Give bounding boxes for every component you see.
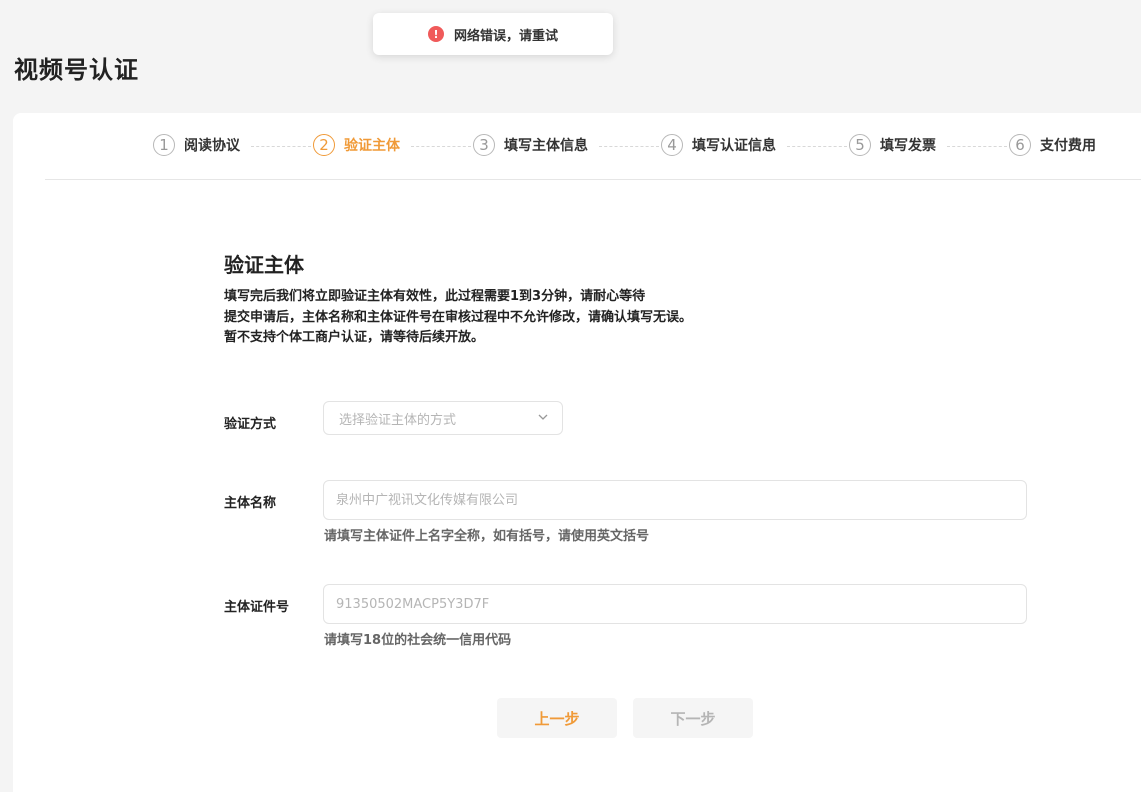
step-connector — [251, 146, 311, 147]
method-label: 验证方式 — [224, 417, 277, 432]
description-line: 暂不支持个体工商户认证，请等待后续开放。 — [224, 330, 485, 345]
page-title: 视频号认证 — [14, 56, 139, 84]
id-number-input[interactable] — [323, 584, 1027, 624]
name-label: 主体名称 — [224, 496, 277, 511]
step-6: 6 支付费用 — [1009, 134, 1096, 156]
step-number: 3 — [473, 134, 495, 156]
company-name-input[interactable] — [323, 480, 1027, 520]
id-number-label: 主体证件号 — [224, 600, 290, 615]
step-4: 4 填写认证信息 — [661, 134, 776, 156]
id-number-hint: 请填写18位的社会统一信用代码 — [324, 633, 512, 648]
method-select-placeholder: 选择验证主体的方式 — [339, 412, 457, 428]
section-description: 填写完后我们将立即验证主体有效性，此过程需要1到3分钟，请耐心等待 提交申请后，… — [224, 287, 692, 349]
step-label: 填写发票 — [880, 138, 936, 154]
method-select[interactable]: 选择验证主体的方式 — [323, 401, 563, 435]
toast-message: 网络错误，请重试 — [453, 28, 558, 44]
name-hint: 请填写主体证件上名字全称，如有括号，请使用英文括号 — [324, 529, 650, 544]
step-connector — [947, 146, 1007, 147]
step-connector — [599, 146, 659, 147]
stepper-divider — [45, 179, 1141, 180]
step-connector — [787, 146, 847, 147]
error-icon: ! — [427, 26, 444, 42]
step-number: 1 — [153, 134, 175, 156]
step-2: 2 验证主体 — [313, 134, 400, 156]
step-number: 4 — [661, 134, 683, 156]
step-number: 2 — [313, 134, 335, 156]
error-toast: ! 网络错误，请重试 — [373, 13, 613, 55]
step-5: 5 填写发票 — [849, 134, 936, 156]
prev-button[interactable]: 上一步 — [497, 698, 617, 738]
chevron-down-icon — [538, 414, 548, 420]
step-label: 阅读协议 — [184, 138, 240, 154]
step-3: 3 填写主体信息 — [473, 134, 588, 156]
step-number: 5 — [849, 134, 871, 156]
step-label: 填写认证信息 — [692, 138, 776, 154]
next-button[interactable]: 下一步 — [633, 698, 753, 738]
stepper: 1 阅读协议 2 验证主体 3 填写主体信息 4 填写认证信息 5 填写发票 6… — [13, 113, 1141, 179]
main-card: 1 阅读协议 2 验证主体 3 填写主体信息 4 填写认证信息 5 填写发票 6… — [13, 113, 1141, 792]
step-label: 填写主体信息 — [504, 138, 588, 154]
step-connector — [411, 146, 471, 147]
step-number: 6 — [1009, 134, 1031, 156]
description-line: 提交申请后，主体名称和主体证件号在审核过程中不允许修改，请确认填写无误。 — [224, 309, 693, 325]
step-1: 1 阅读协议 — [153, 134, 240, 156]
description-line: 填写完后我们将立即验证主体有效性，此过程需要1到3分钟，请耐心等待 — [224, 289, 646, 304]
section-title: 验证主体 — [224, 253, 304, 277]
step-label: 验证主体 — [344, 138, 400, 154]
step-label: 支付费用 — [1040, 138, 1096, 154]
